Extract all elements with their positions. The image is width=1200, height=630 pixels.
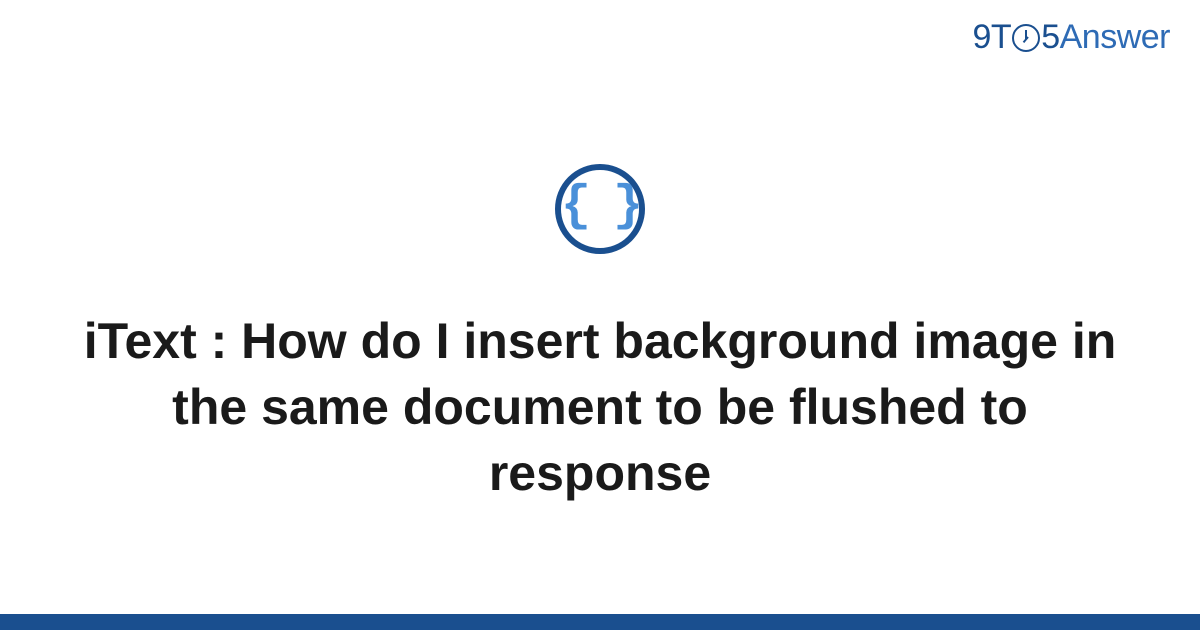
main-content: { } iText : How do I insert background i… — [0, 0, 1200, 630]
footer-bar — [0, 614, 1200, 630]
page-title: iText : How do I insert background image… — [70, 308, 1130, 506]
braces-icon: { } — [561, 182, 639, 232]
category-icon-circle: { } — [555, 164, 645, 254]
